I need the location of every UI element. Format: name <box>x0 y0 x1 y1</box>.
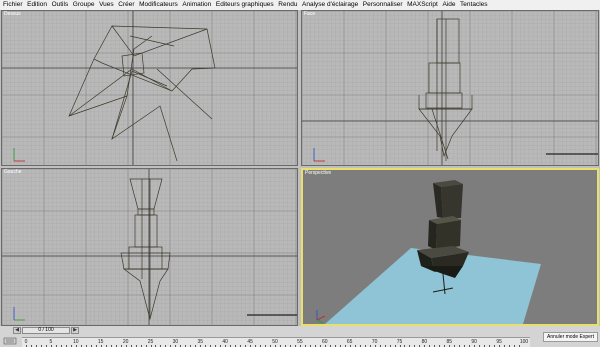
viewport-label[interactable]: Perspective <box>305 170 331 177</box>
cancel-expert-mode-button[interactable]: Annuler mode Expert <box>543 332 598 342</box>
menu-item[interactable]: MAXScript <box>407 0 438 10</box>
timeline-tick-label: 100 <box>519 339 529 345</box>
status-bar: ◀ 0 / 100 ▶ 0 5 10 15 20 25 30 35 40 45 50 55 60 65 70… <box>0 326 600 347</box>
axis-gizmo <box>13 307 25 321</box>
viewport-front[interactable]: Face <box>301 10 599 166</box>
menu-item[interactable]: Aide <box>442 0 455 10</box>
menu-item[interactable]: Tentacles <box>460 0 487 10</box>
perspective-view-canvas <box>316 180 541 324</box>
wireframe-object <box>120 178 171 321</box>
left-view-canvas <box>2 169 297 325</box>
wireframe-object <box>68 25 216 162</box>
menu-item[interactable]: Edition <box>27 0 47 10</box>
front-view-canvas <box>302 11 598 165</box>
time-slider[interactable]: 0 / 100 <box>22 327 70 334</box>
timeline-track[interactable]: 0 5 10 15 20 25 30 35 40 45 50 55 60 65 70 75 80 85 90 95 10… <box>22 337 530 347</box>
viewport-perspective[interactable]: Perspective <box>301 168 599 326</box>
viewport-label[interactable]: Dessus <box>4 11 21 18</box>
menu-item[interactable]: Analyse d'éclairage <box>302 0 358 10</box>
menu-item[interactable]: Personnaliser <box>363 0 403 10</box>
viewport-left[interactable]: Gauche <box>1 168 298 326</box>
chevron-right-icon[interactable]: ▶ <box>71 327 79 334</box>
axis-gizmo <box>13 148 25 162</box>
menu-item[interactable]: Groupe <box>73 0 95 10</box>
menu-item[interactable]: Editeurs graphiques <box>216 0 274 10</box>
menu-item[interactable]: Vues <box>99 0 114 10</box>
grid <box>2 11 297 165</box>
chevron-left-icon[interactable]: ◀ <box>13 327 21 334</box>
viewport-top[interactable]: Dessus <box>1 10 298 166</box>
axis-gizmo <box>316 310 326 324</box>
grid <box>302 11 598 165</box>
menu-item[interactable]: Fichier <box>3 0 23 10</box>
menu-item[interactable]: Rendu <box>278 0 297 10</box>
viewport-label[interactable]: Gauche <box>4 169 22 176</box>
top-view-canvas <box>2 11 297 165</box>
axis-gizmo <box>313 148 325 162</box>
menu-item[interactable]: Créer <box>118 0 134 10</box>
viewport-label[interactable]: Face <box>304 11 315 18</box>
key-filter-icon[interactable] <box>3 336 17 346</box>
menu-bar: Fichier Edition Outils Groupe Vues Créer Modif… <box>0 0 600 10</box>
menu-item[interactable]: Animation <box>182 0 211 10</box>
menu-item[interactable]: Outils <box>52 0 69 10</box>
menu-item[interactable]: Modificateurs <box>139 0 178 10</box>
